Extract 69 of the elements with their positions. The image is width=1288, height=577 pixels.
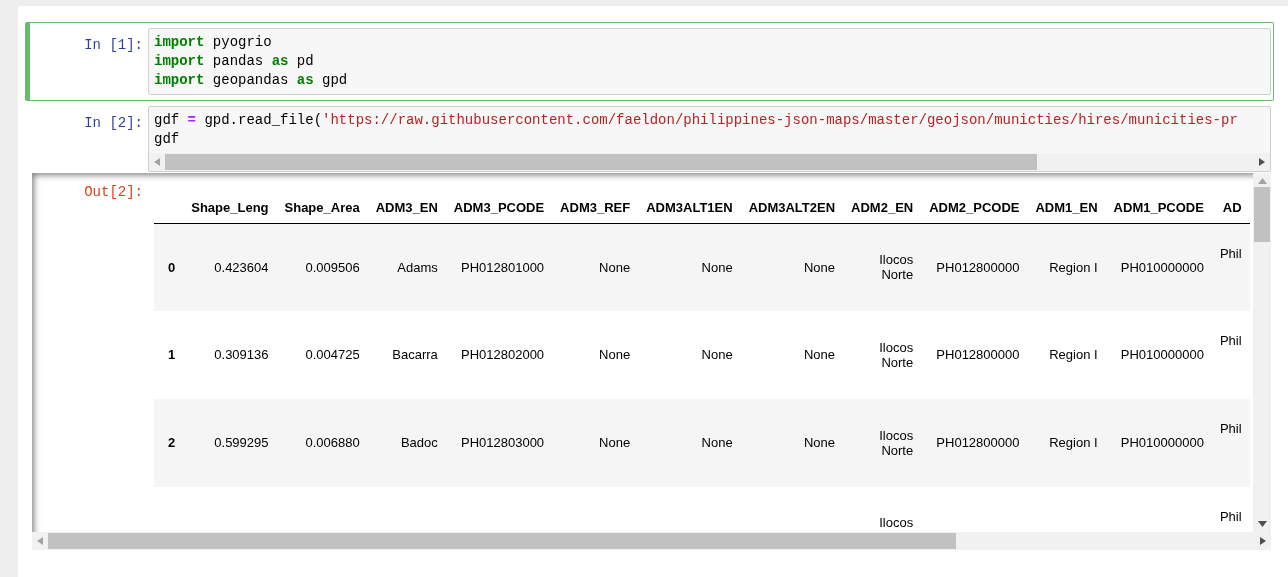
column-header: ADM2_PCODE [929, 200, 1020, 215]
scroll-thumb[interactable] [1254, 187, 1270, 242]
input-prompt: In [2]: [84, 115, 143, 131]
table-cell: Phil [1219, 421, 1242, 436]
column-header: ADM1_EN [1035, 200, 1098, 215]
table-cell: None [804, 259, 836, 275]
scroll-thumb[interactable] [48, 533, 956, 549]
vertical-scrollbar[interactable] [1253, 173, 1271, 532]
table-cell: PH012800000 [936, 435, 1020, 451]
column-header: ADM3ALT1EN [646, 200, 733, 215]
column-header: AD [1222, 200, 1242, 215]
code-input-area[interactable]: import pyogrio import pandas as pd import geopandas as gpd [148, 28, 1271, 95]
table-cell: PH010000000 [1120, 347, 1204, 363]
table-cell: PH012803000 [460, 435, 545, 451]
table-cell: None [701, 259, 733, 275]
table-cell: Adams [397, 259, 438, 275]
table-cell: 0.309136 [214, 347, 269, 363]
notebook-cell[interactable]: In [1]: import pyogrio import pandas as pd import geopandas as gpd [25, 22, 1274, 101]
column-header: ADM3ALT2EN [748, 200, 836, 215]
scroll-up-icon[interactable] [1257, 178, 1267, 184]
code-text: gdf = gpd.read_file('https://raw.githubusercontent.com/faeldon/philippines-json-maps/master/geojson/municties/hires/municities-pr gdf [154, 111, 1238, 149]
table-cell: PH012802000 [460, 347, 545, 363]
table-cell: 0.009506 [305, 259, 360, 275]
table-cell: Phil [1219, 333, 1242, 348]
output-prompt: Out[2]: [84, 184, 143, 200]
table-cell: PH010000000 [1120, 435, 1204, 451]
table-cell: Ilocos Norte [879, 428, 914, 458]
table-cell: None [599, 259, 631, 275]
table-cell: Region I [1049, 347, 1098, 363]
scroll-thumb[interactable] [165, 154, 1037, 170]
column-header: ADM1_PCODE [1113, 200, 1204, 215]
table-cell: Ilocos [879, 515, 914, 530]
input-prompt: In [1]: [84, 37, 143, 53]
code-input-area[interactable]: gdf = gpd.read_file('https://raw.githubusercontent.com/faeldon/philippines-json-maps/master/geojson/municties/hires/municities-pr gdf [148, 106, 1271, 172]
table-cell: Region I [1049, 435, 1098, 451]
column-header: Shape_Leng [191, 200, 269, 215]
column-header: ADM2_EN [851, 200, 914, 215]
table-cell: Phil [1219, 509, 1242, 524]
table-cell: 0.599295 [214, 435, 269, 451]
table-cell: PH010000000 [1120, 259, 1204, 275]
table-cell: None [804, 435, 836, 451]
table-cell: PH012801000 [460, 259, 545, 275]
row-index: 2 [168, 435, 176, 451]
table-cell: None [701, 435, 733, 451]
horizontal-scrollbar[interactable] [32, 532, 1271, 550]
table-cell: None [599, 347, 631, 363]
table-cell: None [701, 347, 733, 363]
column-header: ADM3_EN [375, 200, 438, 215]
column-header: ADM3_PCODE [453, 200, 545, 215]
scroll-down-icon[interactable] [1257, 521, 1267, 527]
horizontal-scrollbar[interactable] [149, 153, 1270, 171]
table-cell: None [804, 347, 836, 363]
table-cell: PH012800000 [936, 259, 1020, 275]
table-cell: Region I [1049, 259, 1098, 275]
table-cell: 0.004725 [305, 347, 360, 363]
column-header: ADM3_REF [560, 200, 631, 215]
row-index: 1 [168, 347, 176, 363]
table-cell: 0.423604 [214, 259, 269, 275]
code-text: import pyogrio import pandas as pd import geopandas as gpd [154, 33, 348, 90]
table-cell: Badoc [400, 435, 438, 451]
column-header: Shape_Area [284, 200, 360, 215]
table-cell: 0.006880 [305, 435, 360, 451]
table-cell: PH012800000 [936, 347, 1020, 363]
table-cell: None [599, 435, 631, 451]
table-cell: Bacarra [392, 347, 438, 363]
table-cell: Phil [1219, 245, 1242, 261]
table-cell: Ilocos Norte [879, 252, 914, 283]
table-cell: Ilocos Norte [879, 340, 914, 370]
row-index: 0 [168, 259, 176, 275]
